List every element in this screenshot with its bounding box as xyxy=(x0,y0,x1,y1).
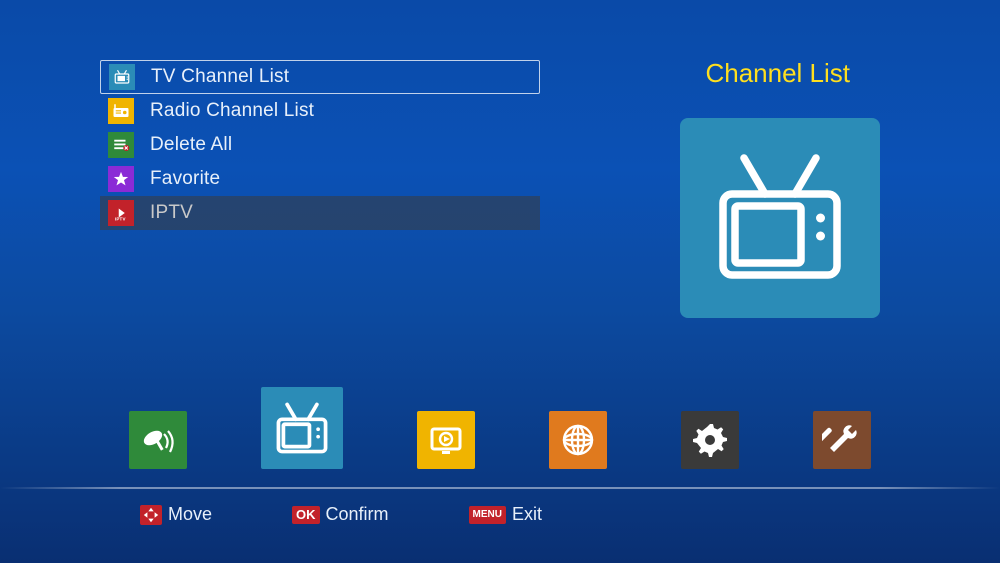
arrows-badge xyxy=(140,505,162,525)
menu-item-radio-channel-list[interactable]: Radio Channel List xyxy=(100,94,540,128)
nav-tile-channel[interactable] xyxy=(261,387,343,469)
nav-tile-network[interactable] xyxy=(549,411,607,469)
tv-icon xyxy=(271,397,333,459)
divider xyxy=(0,487,1000,489)
hint-label: Confirm xyxy=(326,504,389,525)
svg-text:IPTV: IPTV xyxy=(115,217,126,222)
tools-icon xyxy=(822,420,862,460)
gear-icon xyxy=(690,420,730,460)
globe-icon xyxy=(558,420,598,460)
hint-move: Move xyxy=(140,504,212,525)
tv-small-icon xyxy=(109,64,135,90)
media-icon xyxy=(426,420,466,460)
preview-title: Channel List xyxy=(705,58,850,89)
menu-item-delete-all[interactable]: Delete All xyxy=(100,128,540,162)
hint-label: Move xyxy=(168,504,212,525)
menu-item-label: IPTV xyxy=(150,202,193,224)
channel-menu: TV Channel List Radio Channel List xyxy=(100,60,540,230)
hint-exit: MENU Exit xyxy=(469,504,542,525)
hint-confirm: OK Confirm xyxy=(292,504,389,525)
menu-item-favorite[interactable]: Favorite xyxy=(100,162,540,196)
nav-tile-tools[interactable] xyxy=(813,411,871,469)
menu-item-label: Favorite xyxy=(150,168,220,190)
hint-label: Exit xyxy=(512,504,542,525)
nav-tile-settings[interactable] xyxy=(681,411,739,469)
tv-icon xyxy=(705,143,855,293)
menu-item-label: Radio Channel List xyxy=(150,100,314,122)
satellite-icon xyxy=(138,420,178,460)
nav-row xyxy=(0,379,1000,469)
delete-all-icon xyxy=(108,132,134,158)
menu-item-tv-channel-list[interactable]: TV Channel List xyxy=(100,60,540,94)
nav-tile-satellite[interactable] xyxy=(129,411,187,469)
preview-tile xyxy=(680,118,880,318)
nav-tile-media[interactable] xyxy=(417,411,475,469)
radio-icon xyxy=(108,98,134,124)
ok-badge: OK xyxy=(292,506,320,524)
menu-item-label: Delete All xyxy=(150,134,232,156)
menu-item-iptv[interactable]: IPTV IPTV xyxy=(100,196,540,230)
menu-item-label: TV Channel List xyxy=(151,66,289,88)
star-icon xyxy=(108,166,134,192)
iptv-icon: IPTV xyxy=(108,200,134,226)
menu-badge: MENU xyxy=(469,506,506,524)
footer-hints: Move OK Confirm MENU Exit xyxy=(0,504,1000,525)
